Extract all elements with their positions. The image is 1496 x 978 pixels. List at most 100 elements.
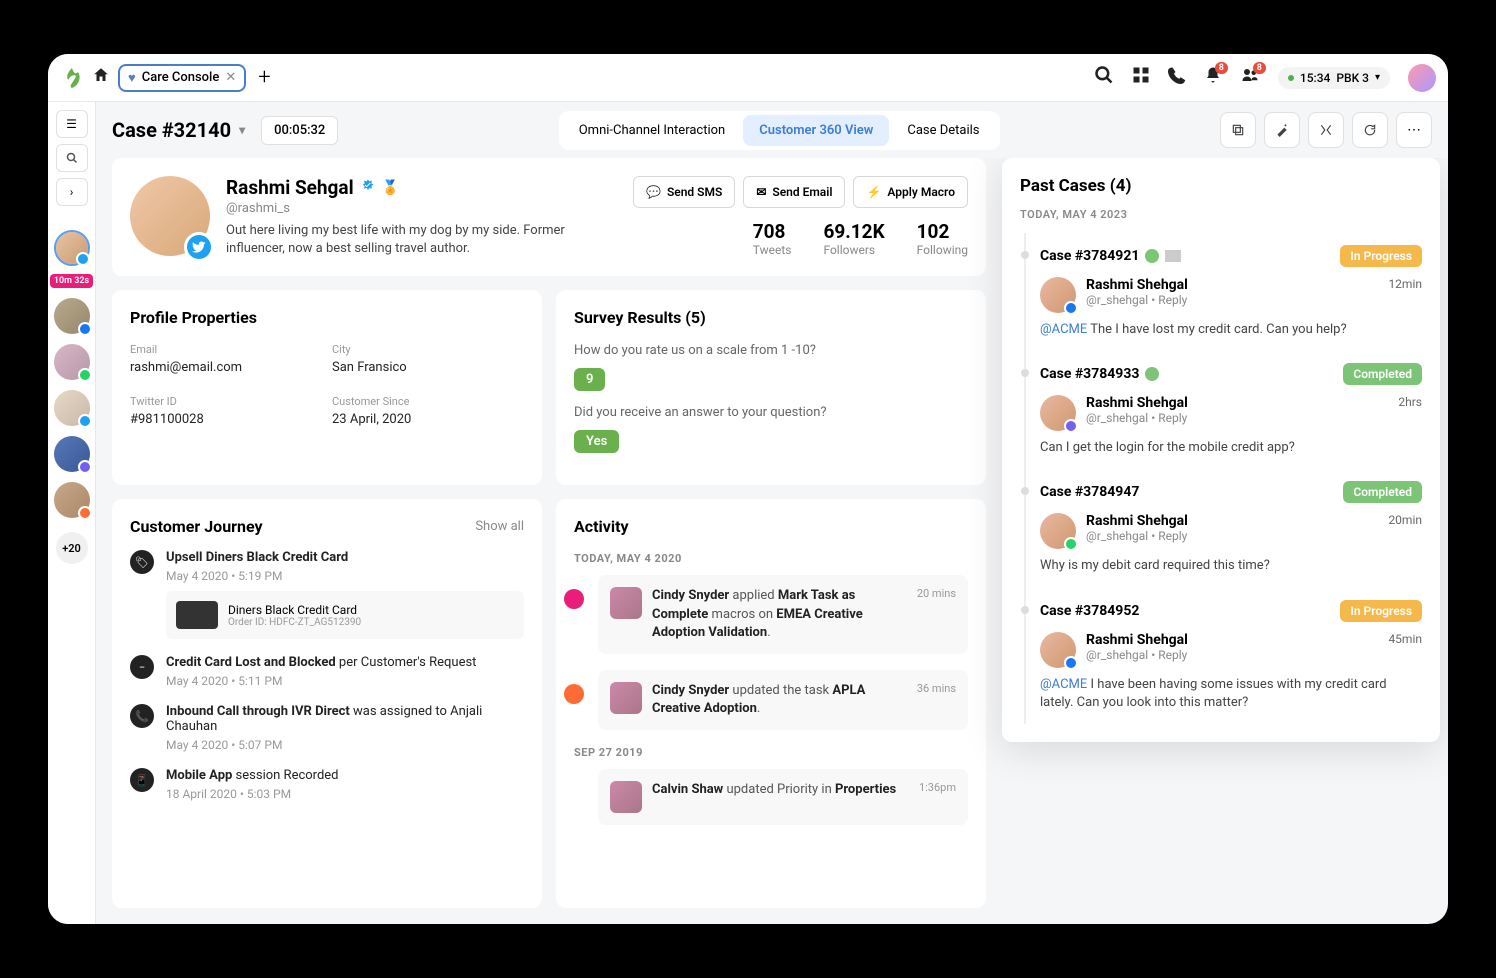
send-email-button[interactable]: ✉Send Email xyxy=(743,176,845,208)
profile-card: Rashmi Sehgal 🏅 @rashmi_s Out here livin… xyxy=(112,158,986,276)
merge-icon[interactable] xyxy=(1308,112,1344,148)
add-tab-button[interactable]: + xyxy=(258,65,270,90)
more-contacts[interactable]: +20 xyxy=(56,532,88,564)
reply-link[interactable]: Reply xyxy=(1158,648,1187,662)
viber-badge-icon xyxy=(78,460,92,474)
journey-item: 📱 Mobile App session Recorded18 April 20… xyxy=(130,768,524,801)
past-case-item[interactable]: Case #3784933 CompletedRashmi Shehgal@r_… xyxy=(1024,351,1422,469)
minus-icon: − xyxy=(130,655,154,679)
phone-icon[interactable] xyxy=(1168,66,1186,89)
apply-macro-button[interactable]: ⚡Apply Macro xyxy=(853,176,968,208)
team-icon[interactable]: 8 xyxy=(1240,66,1260,89)
channel-badge-icon xyxy=(1064,656,1078,670)
past-case-avatar xyxy=(1040,395,1076,431)
contact-avatar-3[interactable] xyxy=(54,344,90,380)
star-icon xyxy=(1145,367,1159,381)
mention[interactable]: @ACME xyxy=(1040,677,1087,692)
channel-badge-icon xyxy=(1064,419,1078,433)
copy-icon[interactable] xyxy=(1220,112,1256,148)
past-case-id: Case #3784947 xyxy=(1040,484,1139,500)
case-timer: 00:05:32 xyxy=(261,116,338,145)
contact-avatar-1[interactable] xyxy=(54,230,90,266)
past-case-handle: @r_shehgal • Reply xyxy=(1086,411,1188,425)
contact-avatar-6[interactable] xyxy=(54,482,90,518)
past-cases-title: Past Cases (4) xyxy=(1020,176,1422,196)
home-icon[interactable] xyxy=(92,66,110,89)
user-avatar[interactable] xyxy=(1408,64,1436,92)
reply-link[interactable]: Reply xyxy=(1158,293,1187,307)
refresh-icon[interactable] xyxy=(1352,112,1388,148)
journey-title: Customer Journey xyxy=(130,517,263,536)
contact-avatar-4[interactable] xyxy=(54,390,90,426)
search-icon[interactable] xyxy=(1094,65,1114,90)
prop-email: rashmi@email.com xyxy=(130,360,322,375)
profile-bio: Out here living my best life with my dog… xyxy=(226,222,617,258)
past-case-time: 12min xyxy=(1388,277,1422,313)
tab-close-icon[interactable]: ✕ xyxy=(225,70,236,85)
past-case-message: @ACME The I have lost my credit card. Ca… xyxy=(1040,321,1422,339)
workspace-name: PBK 3 xyxy=(1336,71,1369,85)
followers-count: 69.12K xyxy=(823,220,884,243)
app-logo xyxy=(60,66,84,90)
past-case-item[interactable]: Case #3784921 In ProgressRashmi Shehgal@… xyxy=(1024,233,1422,351)
status-badge: Completed xyxy=(1343,481,1422,503)
journey-item: 📞 Inbound Call through IVR Direct was as… xyxy=(130,704,524,752)
sms-icon: 💬 xyxy=(646,185,661,199)
past-case-username: Rashmi Shehgal xyxy=(1086,395,1188,411)
past-case-avatar xyxy=(1040,513,1076,549)
mention[interactable]: @ACME xyxy=(1040,322,1087,337)
left-rail: ☰ › 10m 32s +20 xyxy=(48,102,96,924)
prop-city: San Fransico xyxy=(332,360,524,375)
chevron-down-icon[interactable]: ▾ xyxy=(239,123,245,137)
show-all-link[interactable]: Show all xyxy=(475,519,524,534)
activity-item: Cindy Snyder updated the task APLA Creat… xyxy=(592,670,968,730)
bell-icon[interactable]: 8 xyxy=(1204,66,1222,89)
status-badge: In Progress xyxy=(1340,600,1422,622)
activity-date: SEP 27 2019 xyxy=(574,746,968,759)
tab-customer-360[interactable]: Customer 360 View xyxy=(743,115,889,146)
past-case-message: Can I get the login for the mobile credi… xyxy=(1040,439,1422,457)
past-cases-date: TODAY, MAY 4 2023 xyxy=(1020,208,1422,221)
channel-badge-icon xyxy=(1064,301,1078,315)
past-case-username: Rashmi Shehgal xyxy=(1086,513,1188,529)
view-tabs: Omni-Channel Interaction Customer 360 Vi… xyxy=(559,111,1000,150)
flag-icon xyxy=(1165,250,1181,262)
send-sms-button[interactable]: 💬Send SMS xyxy=(633,176,735,208)
apps-icon[interactable] xyxy=(1132,66,1150,89)
wand-icon[interactable] xyxy=(1264,112,1300,148)
past-case-username: Rashmi Shehgal xyxy=(1086,277,1188,293)
facebook-badge-icon xyxy=(78,322,92,336)
tab-care-console[interactable]: ♥ Care Console ✕ xyxy=(118,64,246,92)
case-title: Case #32140 xyxy=(112,118,231,142)
past-case-username: Rashmi Shehgal xyxy=(1086,632,1188,648)
status-badge: Completed xyxy=(1343,363,1422,385)
verified-icon xyxy=(360,178,376,198)
past-case-time: 20min xyxy=(1388,513,1422,549)
past-case-item[interactable]: Case #3784952 In ProgressRashmi Shehgal@… xyxy=(1024,588,1422,724)
past-cases-panel: Past Cases (4) TODAY, MAY 4 2023 Case #3… xyxy=(1002,158,1440,742)
more-icon[interactable]: ⋯ xyxy=(1396,112,1432,148)
email-icon: ✉ xyxy=(756,185,766,199)
prop-customer-since: 23 April, 2020 xyxy=(332,412,524,427)
past-case-avatar xyxy=(1040,277,1076,313)
whatsapp-badge-icon xyxy=(78,368,92,382)
app-window: ♥ Care Console ✕ + 8 8 xyxy=(48,54,1448,924)
past-case-item[interactable]: Case #3784947 CompletedRashmi Shehgal@r_… xyxy=(1024,469,1422,587)
rail-search-icon[interactable] xyxy=(56,144,88,172)
chevron-right-icon[interactable]: › xyxy=(56,178,88,206)
menu-icon[interactable]: ☰ xyxy=(56,110,88,138)
activity-item: Calvin Shaw updated Priority in Properti… xyxy=(592,769,968,825)
survey-a2: Yes xyxy=(574,430,619,453)
status-chip[interactable]: 15:34 PBK 3 ▾ xyxy=(1278,67,1390,89)
tab-omni-channel[interactable]: Omni-Channel Interaction xyxy=(563,115,742,146)
activity-date: TODAY, MAY 4 2020 xyxy=(574,552,968,565)
tab-label: Care Console xyxy=(142,70,220,85)
reply-link[interactable]: Reply xyxy=(1158,529,1187,543)
reply-link[interactable]: Reply xyxy=(1158,411,1187,425)
contact-avatar-2[interactable] xyxy=(54,298,90,334)
activity-marker-icon xyxy=(564,589,584,609)
contact-avatar-5[interactable] xyxy=(54,436,90,472)
survey-q2: Did you receive an answer to your questi… xyxy=(574,405,968,420)
tab-case-details[interactable]: Case Details xyxy=(891,115,995,146)
activity-title: Activity xyxy=(574,517,968,536)
